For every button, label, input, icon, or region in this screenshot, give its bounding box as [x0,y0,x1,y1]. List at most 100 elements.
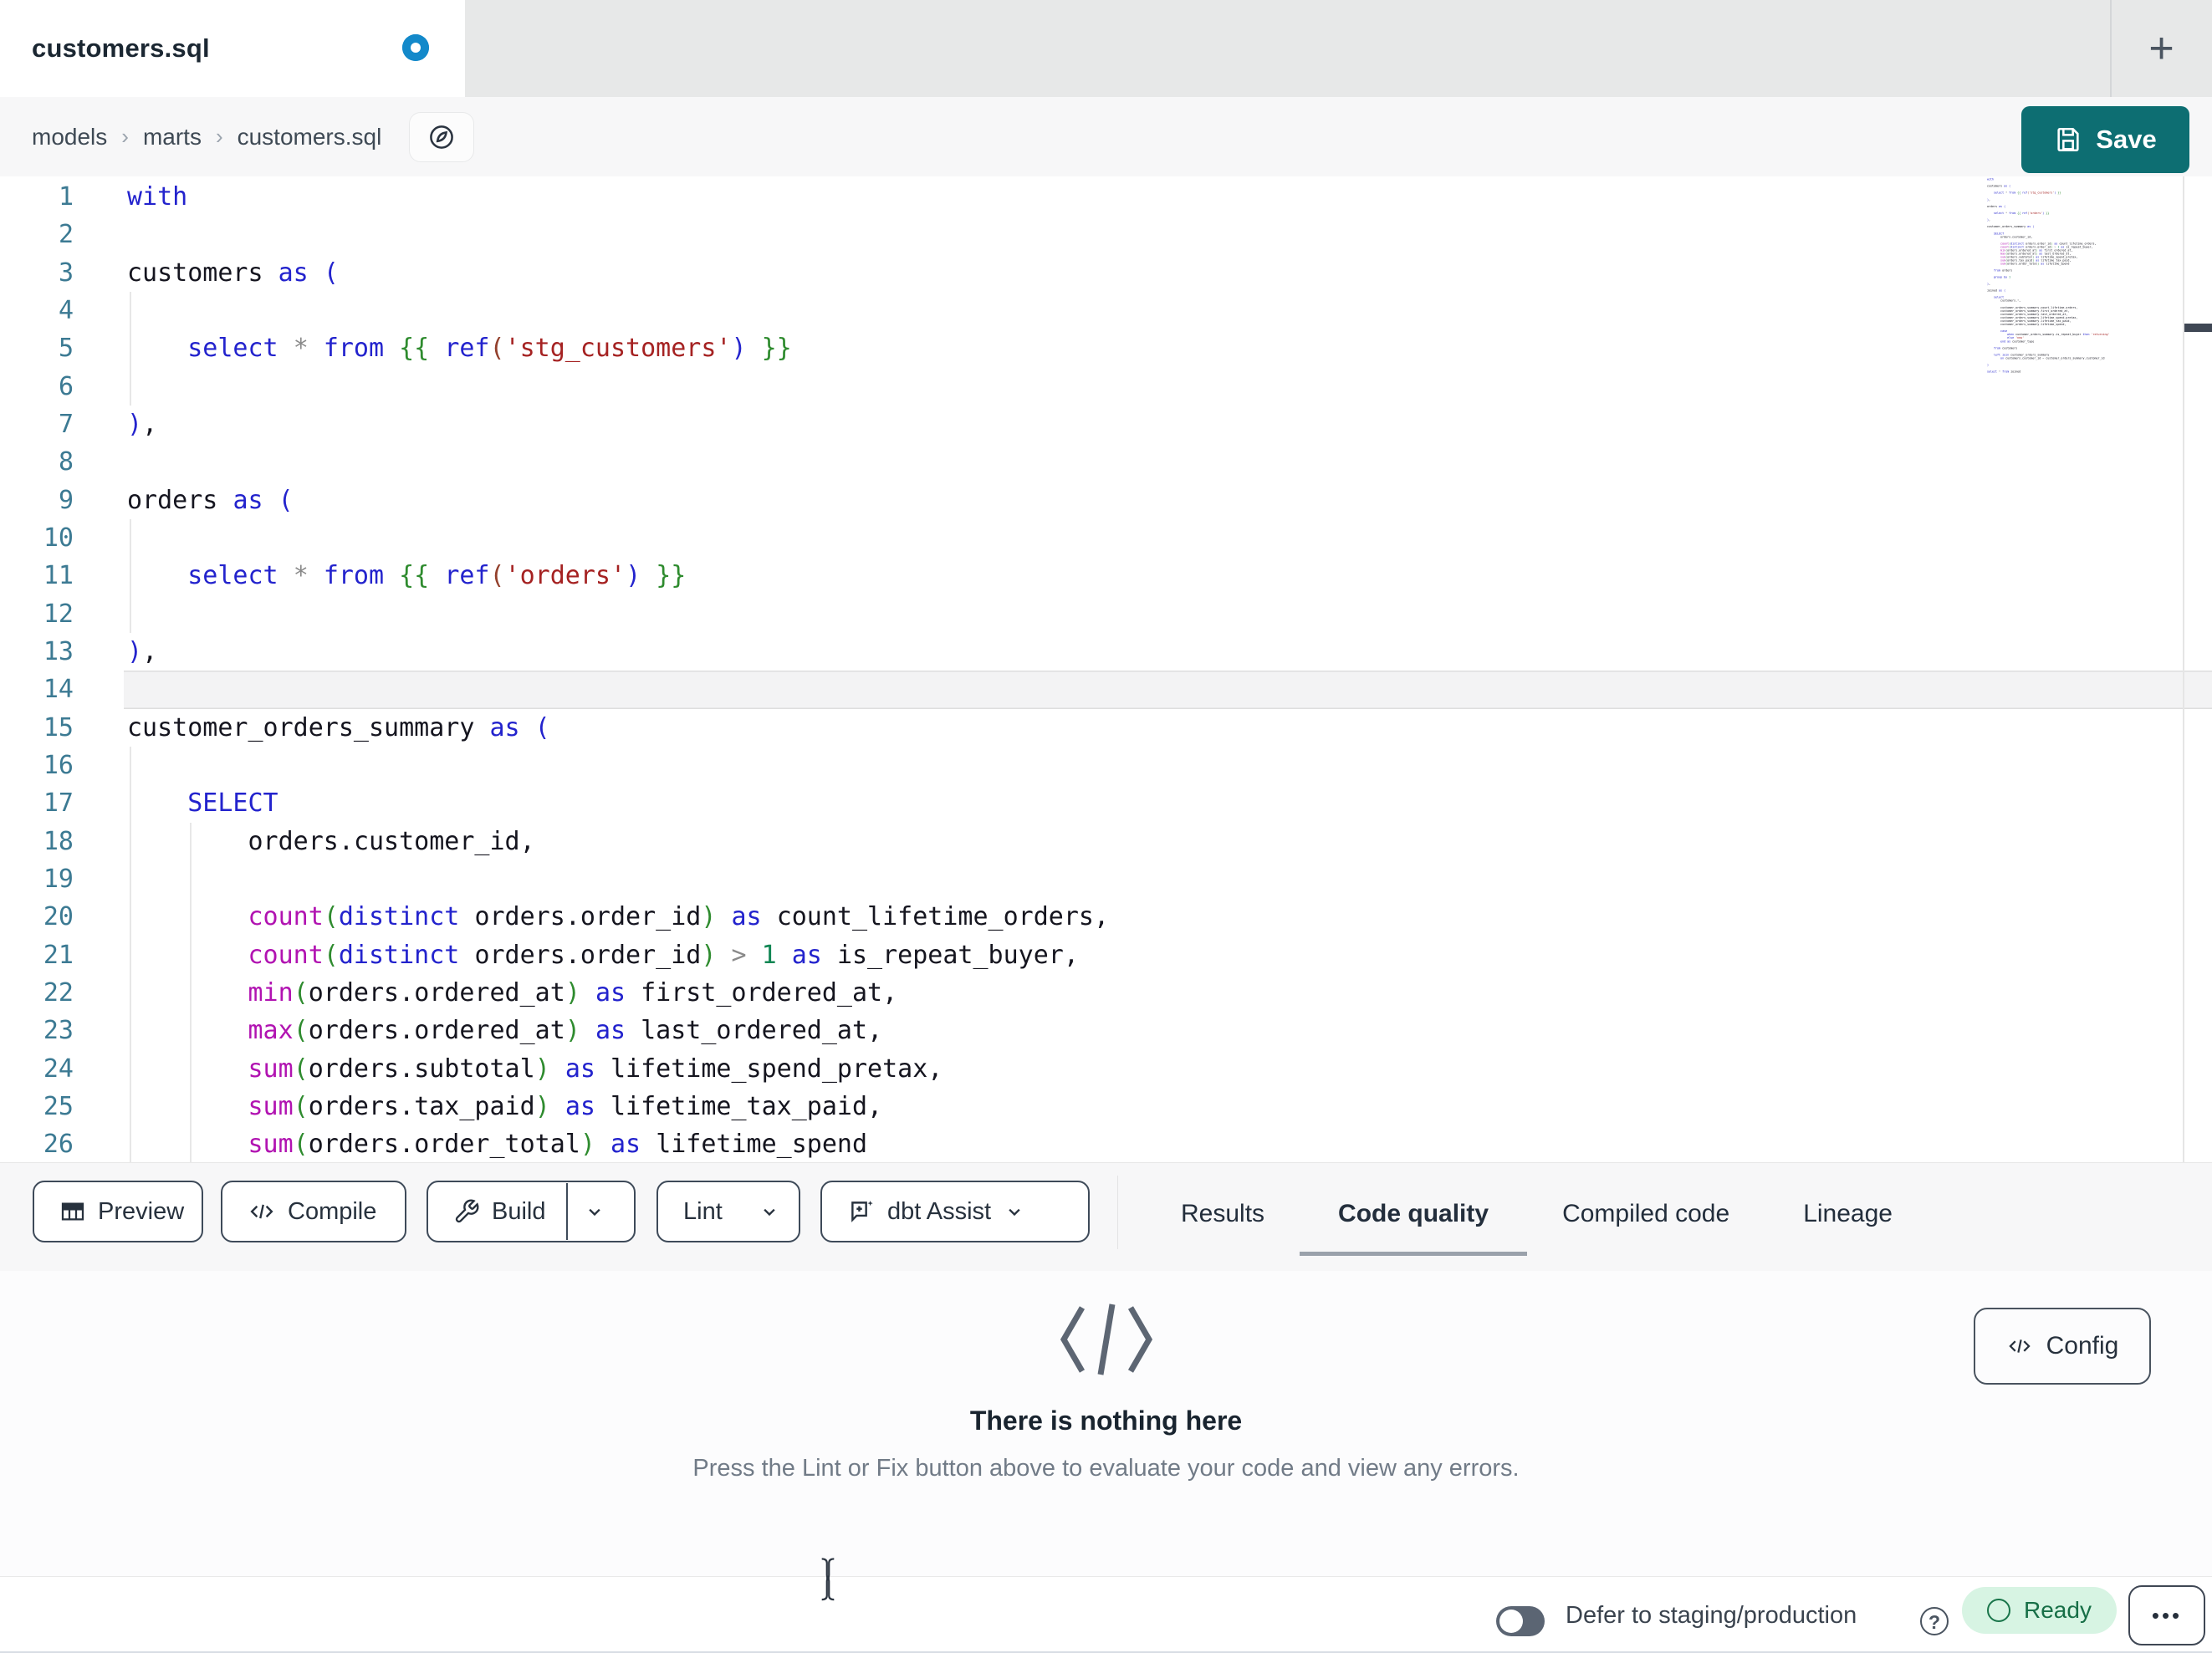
code-line-2[interactable]: 2 [0,216,2212,253]
code-line-12[interactable]: 12 [0,595,2212,633]
new-tab-button[interactable]: + [2111,0,2212,97]
code-editor[interactable]: 1 with 2 3 customers as ( 4 5 select * from {{… [0,176,2212,1162]
code-line-5[interactable]: 5 select * from {{ ref('stg_customers') … [0,329,2212,367]
code-line-15[interactable]: 15 customer_orders_summary as ( [0,709,2212,747]
tab-results[interactable]: Results [1181,1196,1264,1232]
breadcrumb-models[interactable]: models [32,124,107,151]
indent-guide [130,519,131,633]
empty-state-subtitle: Press the Lint or Fix button above to ev… [692,1455,1520,1482]
lineage-compass-button[interactable] [409,111,475,162]
code-quality-panel: There is nothing here Press the Lint or … [0,1271,2212,1576]
minimap-content: with customers as ( select * from {{ ref… [1987,178,2110,374]
bottom-toolbar: Preview Compile Build Lint dbt Assist Re… [0,1162,2212,1272]
text-cursor-pointer [821,1558,835,1601]
line-number: 12 [43,599,74,629]
build-button[interactable]: Build [427,1181,636,1242]
defer-toggle[interactable] [1496,1606,1545,1636]
line-number: 22 [43,977,74,1008]
code-line-17[interactable]: 17 SELECT [0,784,2212,822]
code-line-9[interactable]: 9 orders as ( [0,482,2212,519]
code-line-10[interactable]: 10 [0,519,2212,557]
line-number: 2 [58,220,74,250]
code-text: ), [127,636,158,666]
code-line-3[interactable]: 3 customers as ( [0,254,2212,292]
preview-button[interactable]: Preview [33,1181,203,1242]
compass-icon [430,125,454,149]
line-number: 3 [58,258,74,288]
chevron-down-icon [1009,1208,1020,1217]
code-text: customer_orders_summary as ( [127,712,550,742]
code-line-14[interactable]: 14 [0,671,2212,709]
code-text: orders.customer_id, [248,826,535,856]
scrollbar-thumb[interactable] [2184,324,2212,332]
editor-tab-bar: customers.sql + [0,0,2212,97]
line-number: 18 [43,826,74,856]
toolbar-divider [1117,1176,1118,1249]
overflow-menu-button[interactable]: ••• [2128,1585,2205,1645]
line-number: 8 [58,447,74,477]
line-number: 25 [43,1091,74,1121]
code-line-21[interactable]: 21 count(distinct orders.order_id) > 1 a… [0,936,2212,974]
code-text: customers as ( [127,258,339,288]
build-dropdown-button[interactable] [568,1200,621,1223]
code-line-13[interactable]: 13), [0,633,2212,671]
code-line-23[interactable]: 23 max(orders.ordered_at) as last_ordere… [0,1012,2212,1049]
lint-label: Lint [683,1197,723,1225]
line-number: 16 [43,750,74,780]
code-line-20[interactable]: 20 count(distinct orders.order_id) as co… [0,898,2212,936]
indent-guide [130,747,131,1162]
breadcrumb-marts[interactable]: marts [143,124,202,151]
save-button[interactable]: Save [2021,106,2189,173]
tab-code-quality[interactable]: Code quality [1300,1196,1528,1256]
plus-icon: + [2148,24,2174,73]
tab-compiled-code[interactable]: Compiled code [1562,1196,1729,1232]
breadcrumb: models › marts › customers.sql [32,111,475,162]
code-line-7[interactable]: 7), [0,406,2212,443]
code-line-6[interactable]: 6 [0,368,2212,406]
code-text: max(orders.ordered_at) as last_ordered_a… [248,1016,883,1046]
lint-dropdown-button[interactable] [743,1200,796,1223]
code-text: select * from {{ ref('orders') }} [187,561,687,591]
code-line-8[interactable]: 8 [0,443,2212,481]
line-number: 21 [43,940,74,970]
compile-label: Compile [288,1197,377,1225]
tab-lineage[interactable]: Lineage [1803,1196,1893,1232]
code-line-1[interactable]: 1 with [0,178,2212,216]
code-line-4[interactable]: 4 [0,292,2212,329]
dbt-assist-button[interactable]: dbt Assist [820,1181,1090,1242]
code-text: SELECT [187,788,278,819]
status-bar: Defer to staging/production ? Ready ••• [0,1576,2212,1653]
code-line-18[interactable]: 18 orders.customer_id, [0,823,2212,860]
code-line-24[interactable]: 24 sum(orders.subtotal) as lifetime_spen… [0,1050,2212,1088]
code-text: sum(orders.order_total) as lifetime_spen… [248,1130,868,1160]
code-line-25[interactable]: 25 sum(orders.tax_paid) as lifetime_tax_… [0,1088,2212,1125]
config-button[interactable]: Config [1974,1308,2151,1385]
lint-button[interactable]: Lint [656,1181,800,1242]
config-label: Config [2046,1332,2119,1360]
code-line-26[interactable]: 26 sum(orders.order_total) as lifetime_s… [0,1125,2212,1162]
compile-button[interactable]: Compile [221,1181,406,1242]
help-question-icon[interactable]: ? [1920,1607,1949,1635]
minimap[interactable]: with customers as ( select * from {{ ref… [1987,178,2117,797]
code-line-16[interactable]: 16 [0,747,2212,784]
code-line-19[interactable]: 19 [0,860,2212,898]
line-number: 13 [43,636,74,666]
table-icon [61,1202,84,1221]
empty-state-title: There is nothing here [969,1406,1243,1436]
code-line-22[interactable]: 22 min(orders.ordered_at) as first_order… [0,974,2212,1012]
line-number: 15 [43,712,74,742]
preview-label: Preview [98,1197,185,1225]
line-number: 6 [58,371,74,401]
code-text: count(distinct orders.order_id) as count… [248,902,1110,932]
tab-customers-sql[interactable]: customers.sql [0,0,465,97]
build-label: Build [492,1197,546,1225]
code-line-11[interactable]: 11 select * from {{ ref('orders') }} [0,557,2212,594]
empty-state: There is nothing here Press the Lint or … [0,1271,2212,1482]
save-floppy-icon [2057,127,2079,152]
